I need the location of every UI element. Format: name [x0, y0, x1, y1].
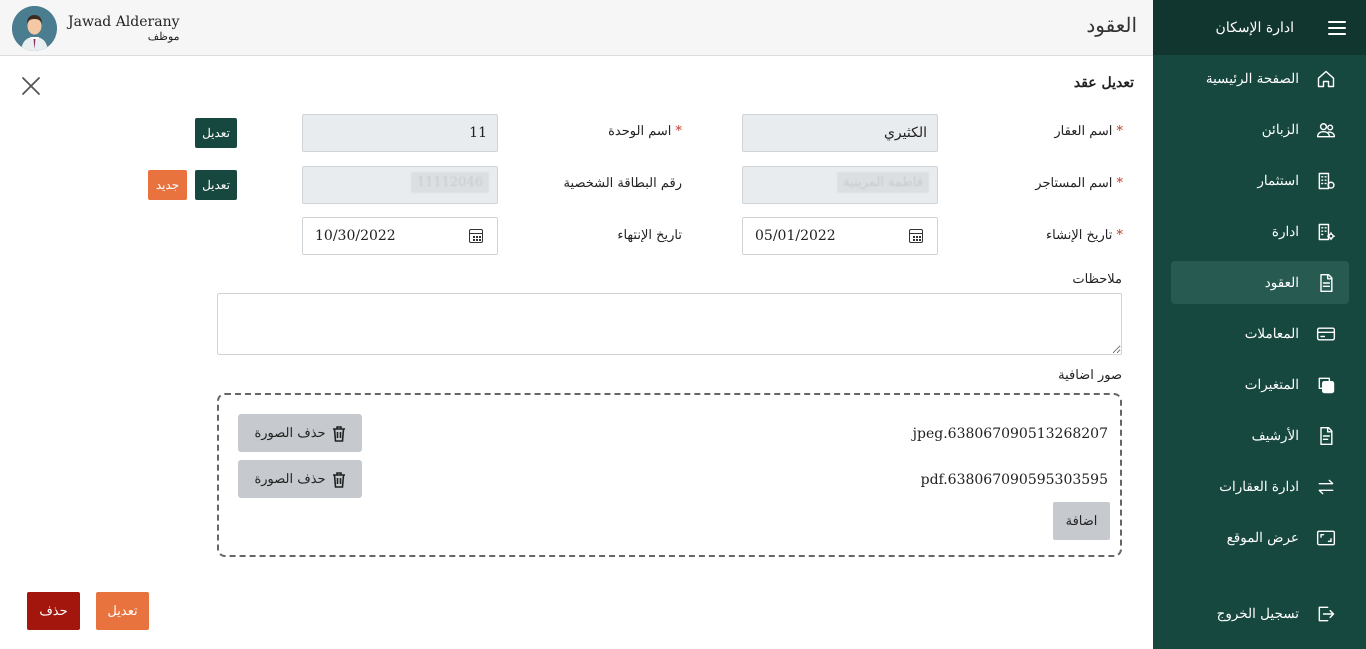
logout-button[interactable]: تسجيل الخروج — [1171, 592, 1349, 635]
delete-contract-button[interactable]: حذف — [27, 592, 80, 630]
notes-textarea[interactable] — [217, 293, 1122, 355]
calendar-icon[interactable] — [909, 229, 923, 243]
screen-icon — [1315, 527, 1337, 549]
tenant-name-label: * اسم المستاجر — [1035, 176, 1123, 191]
user-role: موظف — [147, 30, 180, 43]
property-name-label: * اسم العقار — [1054, 124, 1123, 139]
unit-name-field[interactable]: 11 — [302, 114, 498, 152]
sidebar-item-management[interactable]: ادارة — [1171, 210, 1349, 253]
users-icon — [1315, 119, 1337, 141]
building-settings-icon — [1315, 221, 1337, 243]
sidebar-title: ادارة الإسكان — [1215, 19, 1294, 36]
end-date-field[interactable]: 10/30/2022 — [302, 217, 498, 255]
app-root: ادارة الإسكان الصفحة الرئيسية الزبائن اس… — [0, 0, 1366, 649]
new-tenant-button[interactable]: جديد — [148, 170, 187, 200]
close-icon — [22, 77, 40, 95]
sidebar-item-label: ادارة العقارات — [1219, 478, 1299, 495]
sidebar-item-customers[interactable]: الزبائن — [1171, 108, 1349, 151]
end-date-label: تاريخ الإنتهاء — [617, 228, 682, 243]
sidebar-item-variables[interactable]: المتغيرات — [1171, 363, 1349, 406]
sidebar-item-label: الصفحة الرئيسية — [1205, 70, 1299, 87]
sidebar-item-label: الأرشيف — [1251, 427, 1299, 444]
sidebar-item-view-site[interactable]: عرض الموقع — [1171, 516, 1349, 559]
menu-icon[interactable] — [1328, 20, 1346, 35]
sidebar-nav: الصفحة الرئيسية الزبائن استثمار ادارة ال… — [1153, 57, 1366, 567]
tenant-name-value: فاطمة المرينية — [837, 172, 929, 193]
delete-image-button[interactable]: حذف الصورة — [238, 414, 362, 452]
avatar — [12, 6, 57, 51]
created-date-field[interactable]: 05/01/2022 — [742, 217, 938, 255]
arrows-icon — [1315, 476, 1337, 498]
calendar-icon[interactable] — [469, 229, 483, 243]
unit-name-value: 11 — [469, 125, 487, 141]
sidebar-header: ادارة الإسكان — [1153, 0, 1366, 55]
edit-tenant-button[interactable]: تعديل — [195, 170, 237, 200]
add-image-button[interactable]: اضافة — [1053, 502, 1110, 540]
submit-edit-button[interactable]: تعديل — [96, 592, 149, 630]
id-number-label: رقم البطاقة الشخصية — [563, 176, 682, 191]
file-name: jpeg.638067090513268207 — [912, 426, 1108, 442]
tenant-name-field[interactable]: فاطمة المرينية — [742, 166, 938, 204]
unit-name-label: * اسم الوحدة — [608, 124, 682, 139]
sidebar: ادارة الإسكان الصفحة الرئيسية الزبائن اس… — [1153, 0, 1366, 649]
sidebar-item-label: المعاملات — [1244, 325, 1299, 342]
logout-icon — [1315, 603, 1337, 625]
document-icon — [1315, 272, 1337, 294]
created-date-value: 05/01/2022 — [755, 228, 836, 244]
logout-label: تسجيل الخروج — [1216, 605, 1299, 622]
end-date-value: 10/30/2022 — [315, 228, 396, 244]
property-name-value: الكثيري — [883, 125, 927, 141]
home-icon — [1315, 68, 1337, 90]
sidebar-item-contracts[interactable]: العقود — [1171, 261, 1349, 304]
user-info: Jawad Alderany موظف — [68, 14, 180, 43]
form-title: تعديل عقد — [1073, 75, 1134, 91]
top-header: العقود Jawad Alderany موظف — [0, 0, 1153, 56]
sidebar-item-label: العقود — [1264, 274, 1299, 291]
copy-icon — [1315, 374, 1337, 396]
delete-image-label: حذف الصورة — [254, 471, 326, 487]
trash-icon — [332, 426, 346, 442]
trash-icon — [332, 472, 346, 488]
sidebar-item-label: عرض الموقع — [1226, 529, 1299, 546]
close-button[interactable] — [20, 75, 42, 97]
sidebar-item-label: استثمار — [1257, 172, 1299, 189]
user-profile[interactable]: Jawad Alderany موظف — [12, 6, 180, 51]
edit-unit-button[interactable]: تعديل — [195, 118, 237, 148]
archive-icon — [1315, 425, 1337, 447]
delete-image-button[interactable]: حذف الصورة — [238, 460, 362, 498]
sidebar-item-archive[interactable]: الأرشيف — [1171, 414, 1349, 457]
sidebar-item-label: الزبائن — [1261, 121, 1299, 138]
sidebar-item-home[interactable]: الصفحة الرئيسية — [1171, 57, 1349, 100]
notes-label: ملاحظات — [1072, 272, 1122, 287]
images-dropzone[interactable]: jpeg.638067090513268207 حذف الصورة pdf.6… — [217, 393, 1122, 557]
sidebar-item-label: ادارة — [1271, 223, 1299, 240]
id-number-field[interactable]: 11112046 — [302, 166, 498, 204]
sidebar-item-property-management[interactable]: ادارة العقارات — [1171, 465, 1349, 508]
file-name: pdf.638067090595303595 — [920, 472, 1108, 488]
property-name-field[interactable]: الكثيري — [742, 114, 938, 152]
sidebar-item-label: المتغيرات — [1244, 376, 1299, 393]
delete-image-label: حذف الصورة — [254, 425, 326, 441]
images-label: صور اضافية — [1058, 368, 1122, 383]
page-title: العقود — [1086, 13, 1137, 37]
sidebar-item-investment[interactable]: استثمار — [1171, 159, 1349, 202]
user-name: Jawad Alderany — [68, 14, 180, 30]
created-date-label: * تاريخ الإنشاء — [1046, 228, 1123, 243]
card-icon — [1315, 323, 1337, 345]
sidebar-item-transactions[interactable]: المعاملات — [1171, 312, 1349, 355]
building-icon — [1315, 170, 1337, 192]
id-number-value: 11112046 — [410, 172, 489, 193]
